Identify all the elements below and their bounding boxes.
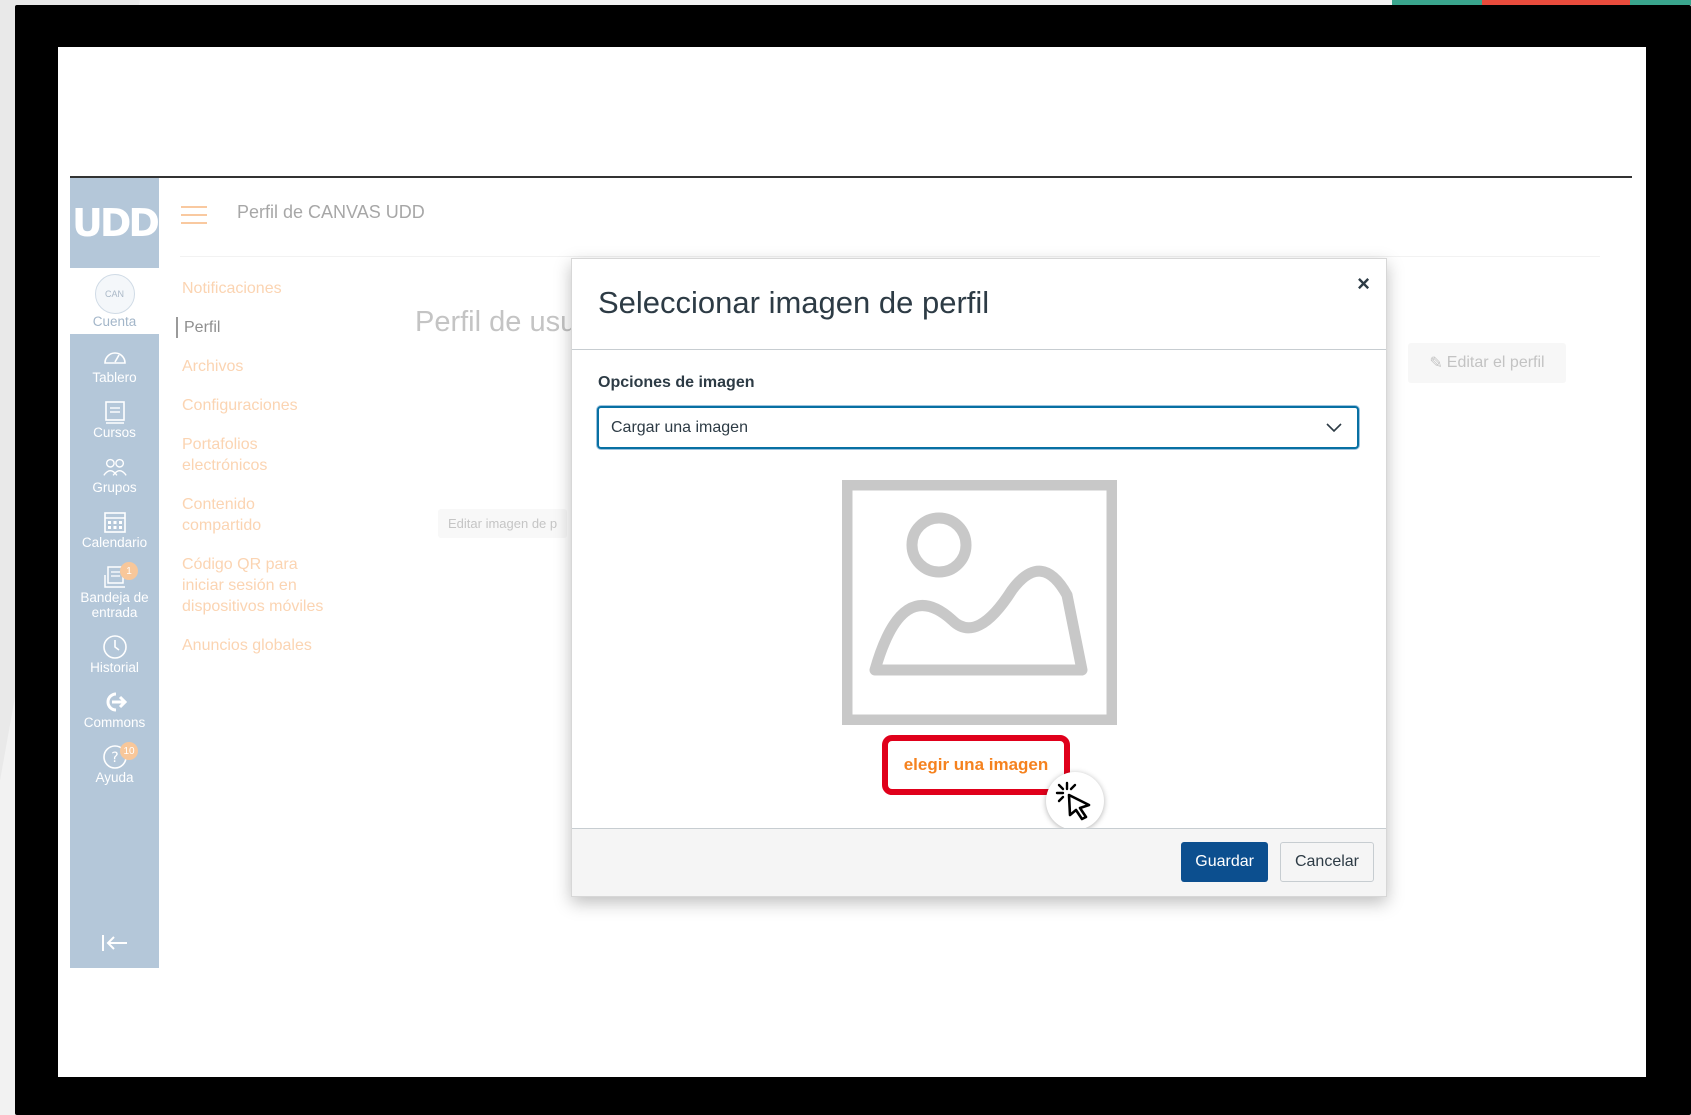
nav-item-commons[interactable]: Commons (70, 689, 159, 730)
logo-text: UDD (72, 201, 160, 245)
nav-label: Historial (90, 660, 139, 675)
click-pointer-icon (1046, 772, 1104, 830)
dialog-header: Seleccionar imagen de perfil × (572, 259, 1386, 350)
side-menu-item-shared-content[interactable]: Contenido compartido (182, 494, 282, 536)
image-options-label: Opciones de imagen (598, 374, 755, 391)
page-title: Perfil de usu (415, 306, 577, 338)
image-options-select[interactable]: Cargar una imagen (597, 406, 1359, 449)
nav-label: Grupos (92, 480, 137, 495)
nav-label: Cuenta (92, 313, 137, 329)
collapse-nav-icon[interactable] (70, 918, 159, 968)
svg-text:?: ? (111, 750, 118, 766)
cancel-button[interactable]: Cancelar (1279, 842, 1374, 882)
edit-profile-button[interactable]: ✎ Editar el perfil (1408, 343, 1566, 383)
nav-item-inbox[interactable]: 1 Bandeja de entrada (70, 562, 159, 620)
nav-item-account[interactable]: CAN Cuenta (70, 268, 159, 334)
dialog-body: Opciones de imagen Cargar una imagen ele… (572, 350, 1386, 830)
nav-item-dashboard[interactable]: Tablero (70, 344, 159, 385)
highlight-box: elegir una imagen (882, 735, 1070, 795)
dashboard-icon (102, 344, 128, 370)
dialog-title: Seleccionar imagen de perfil (598, 285, 990, 320)
courses-icon (102, 399, 128, 425)
close-icon[interactable]: × (1357, 271, 1370, 297)
nav-label: Ayuda (95, 770, 134, 785)
side-menu-item-qr-login[interactable]: Código QR para iniciar sesión en disposi… (182, 554, 332, 617)
dialog-footer: Guardar Cancelar (572, 828, 1386, 896)
side-menu-item-settings[interactable]: Configuraciones (182, 395, 352, 416)
profile-side-menu: Notificaciones Perfil Archivos Configura… (176, 278, 352, 674)
select-value: Cargar una imagen (611, 418, 748, 436)
calendar-icon (102, 509, 128, 535)
side-menu-item-files[interactable]: Archivos (182, 356, 352, 377)
groups-icon (102, 454, 128, 480)
edit-photo-button[interactable]: Editar imagen de p (438, 509, 568, 538)
udd-logo[interactable]: UDD (70, 178, 160, 268)
nav-item-groups[interactable]: Grupos (70, 454, 159, 495)
commons-icon (102, 689, 128, 715)
nav-label: Bandeja de entrada (80, 590, 149, 620)
edit-profile-label: Editar el perfil (1446, 354, 1545, 371)
choose-image-link[interactable]: elegir una imagen (904, 755, 1049, 775)
screen: UDD CAN Cuenta Tablero Cursos Grupos Cal… (58, 47, 1646, 1077)
hamburger-menu-icon[interactable] (181, 206, 207, 224)
nav-label: Commons (83, 715, 146, 730)
unread-badge: 1 (120, 562, 138, 580)
nav-item-calendar[interactable]: Calendario (70, 509, 159, 550)
history-icon (102, 634, 128, 660)
pencil-icon: ✎ (1429, 355, 1443, 372)
global-nav: UDD CAN Cuenta Tablero Cursos Grupos Cal… (70, 178, 160, 968)
side-menu-item-global-announcements[interactable]: Anuncios globales (182, 635, 352, 656)
side-menu-item-profile[interactable]: Perfil (176, 317, 352, 338)
nav-label: Tablero (92, 370, 137, 385)
nav-item-courses[interactable]: Cursos (70, 399, 159, 440)
app-header: Perfil de CANVAS UDD (180, 178, 1600, 257)
side-menu-item-eportfolios[interactable]: Portafolios electrónicos (182, 434, 292, 476)
nav-item-help[interactable]: ? 10 Ayuda (70, 742, 159, 785)
breadcrumb[interactable]: Perfil de CANVAS UDD (237, 202, 425, 223)
image-placeholder-icon (841, 479, 1118, 730)
chevron-down-icon (1325, 418, 1343, 441)
notification-badge: 10 (120, 742, 138, 760)
side-menu-item-notifications[interactable]: Notificaciones (182, 278, 352, 299)
nav-label: Calendario (81, 535, 148, 550)
select-profile-picture-dialog: Seleccionar imagen de perfil × Opciones … (571, 258, 1387, 897)
avatar: CAN (94, 273, 135, 314)
save-button[interactable]: Guardar (1181, 842, 1268, 882)
nav-label: Cursos (93, 425, 136, 440)
nav-item-history[interactable]: Historial (70, 634, 159, 675)
